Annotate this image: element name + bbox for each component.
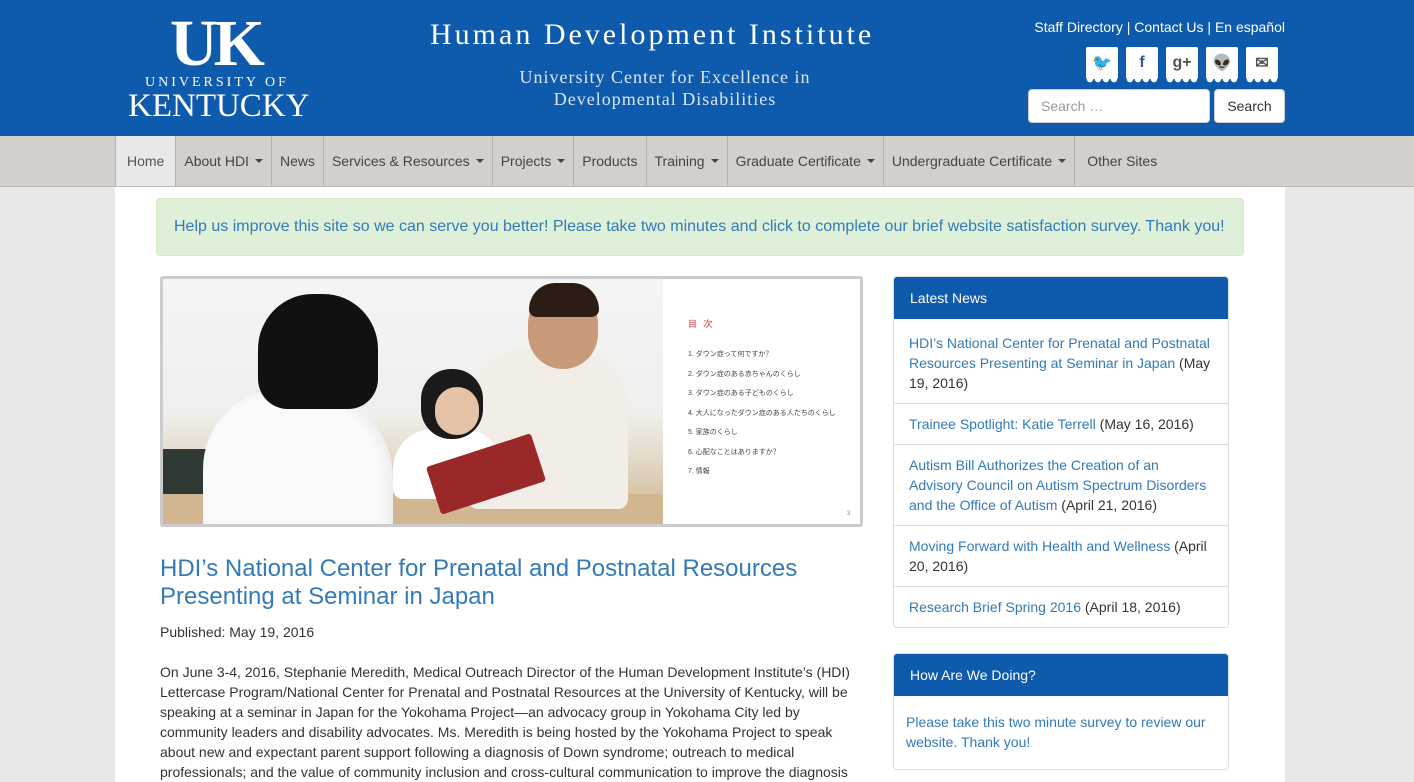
news-item-date: (April 18, 2016) [1081, 599, 1181, 615]
nav-item-services-resources[interactable]: Services & Resources [324, 136, 493, 186]
toc-item: 3. ダウン症のある子どものくらし [688, 390, 794, 397]
toc-page-number: 3 [847, 511, 851, 517]
survey-heading: How Are We Doing? [894, 654, 1228, 696]
site-subtitle: University Center for Excellence in Deve… [440, 66, 890, 110]
uk-logo-mark: UK [170, 7, 265, 80]
news-item: Autism Bill Authorizes the Creation of a… [894, 444, 1228, 525]
hero-image[interactable]: 目 次 1. ダウン症って何ですか？ 2. ダウン症のある赤ちゃんのくらし 3. ダ… [160, 276, 863, 527]
site-title[interactable]: Human Development Institute [430, 18, 874, 52]
toc-item: 1. ダウン症って何ですか？ [688, 351, 773, 358]
nav-item-news[interactable]: News [272, 136, 324, 186]
contact-us-link[interactable]: Contact Us [1134, 19, 1203, 35]
photo-woman [203, 389, 393, 524]
nav-item-other-sites[interactable]: Other Sites [1075, 136, 1165, 186]
toc-item: 7. 情報 [688, 468, 710, 475]
caret-down-icon [254, 159, 263, 163]
social-links: 🐦 f g+ 👽 ✉ [1086, 47, 1278, 83]
survey-panel: How Are We Doing? Please take this two m… [893, 653, 1229, 770]
nav-item-products[interactable]: Products [574, 136, 647, 186]
photo-woman-hair [258, 294, 378, 409]
news-item-link[interactable]: HDI’s National Center for Prenatal and P… [909, 335, 1210, 371]
reddit-icon[interactable]: 👽 [1206, 47, 1238, 83]
nav-item-label: Products [582, 153, 638, 169]
caret-down-icon [710, 159, 719, 163]
booklet-toc: 目 次 1. ダウン症って何ですか？ 2. ダウン症のある赤ちゃんのくらし 3. ダ… [683, 317, 853, 486]
uk-logo-kentucky: KENTUCKY [128, 88, 310, 124]
uk-logo[interactable]: UK UNIVERSITY OF KENTUCKY [128, 7, 338, 125]
util-separator: | [1122, 19, 1135, 35]
news-item: Research Brief Spring 2016 (April 18, 20… [894, 586, 1228, 627]
article-published: Published: May 19, 2016 [160, 624, 315, 640]
family-reading-photo [163, 279, 663, 524]
photo-girl-face [435, 387, 479, 435]
toc-list: 1. ダウン症って何ですか？ 2. ダウン症のある赤ちゃんのくらし 3. ダウン症の… [683, 349, 853, 486]
site-subtitle-line1: University Center for Excellence in [519, 67, 811, 87]
toc-title: 目 次 [688, 319, 715, 329]
nav-item-about-hdi[interactable]: About HDI [176, 136, 272, 186]
caret-down-icon [557, 159, 566, 163]
en-espanol-link[interactable]: En español [1215, 19, 1285, 35]
site-header: UK UNIVERSITY OF KENTUCKY Human Developm… [0, 0, 1414, 136]
news-item-date: (May 16, 2016) [1095, 416, 1194, 432]
nav-item-label: Projects [500, 153, 552, 169]
utility-links: Staff Directory | Contact Us | En españo… [1034, 19, 1285, 35]
google-plus-icon[interactable]: g+ [1166, 47, 1198, 83]
news-item-link[interactable]: Trainee Spotlight: Katie Terrell [909, 416, 1096, 432]
search-input[interactable] [1028, 89, 1210, 123]
toc-item: 6. 心配なことはありますか？ [688, 448, 780, 456]
photo-man-hair [529, 283, 599, 317]
twitter-icon[interactable]: 🐦 [1086, 47, 1118, 83]
survey-alert[interactable]: Help us improve this site so we can serv… [156, 198, 1244, 256]
survey-link[interactable]: Please take this two minute survey to re… [894, 696, 1228, 769]
article-title[interactable]: HDI’s National Center for Prenatal and P… [160, 555, 860, 611]
nav-item-home[interactable]: Home [115, 136, 177, 186]
nav-item-label: Undergraduate Certificate [891, 153, 1053, 169]
nav-item-graduate-certificate[interactable]: Graduate Certificate [728, 136, 884, 186]
email-icon[interactable]: ✉ [1246, 47, 1278, 83]
main-content: Help us improve this site so we can serv… [115, 187, 1285, 782]
news-item: Trainee Spotlight: Katie Terrell (May 16… [894, 403, 1228, 444]
toc-item: 5. 家族のくらし [688, 429, 738, 436]
nav-item-label: About HDI [184, 153, 249, 169]
search-button[interactable]: Search [1214, 89, 1285, 123]
nav-item-training[interactable]: Training [647, 136, 728, 186]
news-item-link[interactable]: Research Brief Spring 2016 [909, 599, 1081, 615]
main-navbar: Home About HDI News Services & Resources Pro… [0, 136, 1414, 187]
latest-news-panel: Latest News HDI’s National Center for Pr… [893, 276, 1229, 628]
main-nav: Home About HDI News Services & Resources Pro… [115, 136, 1165, 186]
news-item: HDI’s National Center for Prenatal and P… [894, 319, 1228, 403]
caret-down-icon [1058, 159, 1067, 163]
nav-item-undergraduate-certificate[interactable]: Undergraduate Certificate [884, 136, 1076, 186]
nav-item-label: Training [654, 153, 705, 169]
site-subtitle-line2: Developmental Disabilities [553, 89, 777, 109]
nav-item-label: Services & Resources [331, 153, 470, 169]
article-body: On June 3-4, 2016, Stephanie Meredith, M… [160, 664, 850, 780]
nav-item-label: Other Sites [1087, 153, 1158, 169]
news-item-link[interactable]: Moving Forward with Health and Wellness [909, 538, 1170, 554]
toc-item: 4. 大人になったダウン症のある人たちのくらし [688, 409, 836, 417]
facebook-icon[interactable]: f [1126, 47, 1158, 83]
caret-down-icon [866, 159, 875, 163]
news-item: Moving Forward with Health and Wellness … [894, 525, 1228, 586]
staff-directory-link[interactable]: Staff Directory [1034, 19, 1122, 35]
latest-news-list: HDI’s National Center for Prenatal and P… [894, 319, 1228, 627]
caret-down-icon [475, 159, 484, 163]
nav-item-projects[interactable]: Projects [493, 136, 575, 186]
util-separator: | [1203, 19, 1215, 35]
latest-news-heading: Latest News [894, 277, 1228, 319]
nav-item-label: News [279, 153, 315, 169]
news-item-date: (April 21, 2016) [1057, 497, 1157, 513]
nav-item-label: Home [127, 153, 165, 169]
nav-item-label: Graduate Certificate [735, 153, 861, 169]
toc-item: 2. ダウン症のある赤ちゃんのくらし [688, 370, 801, 378]
